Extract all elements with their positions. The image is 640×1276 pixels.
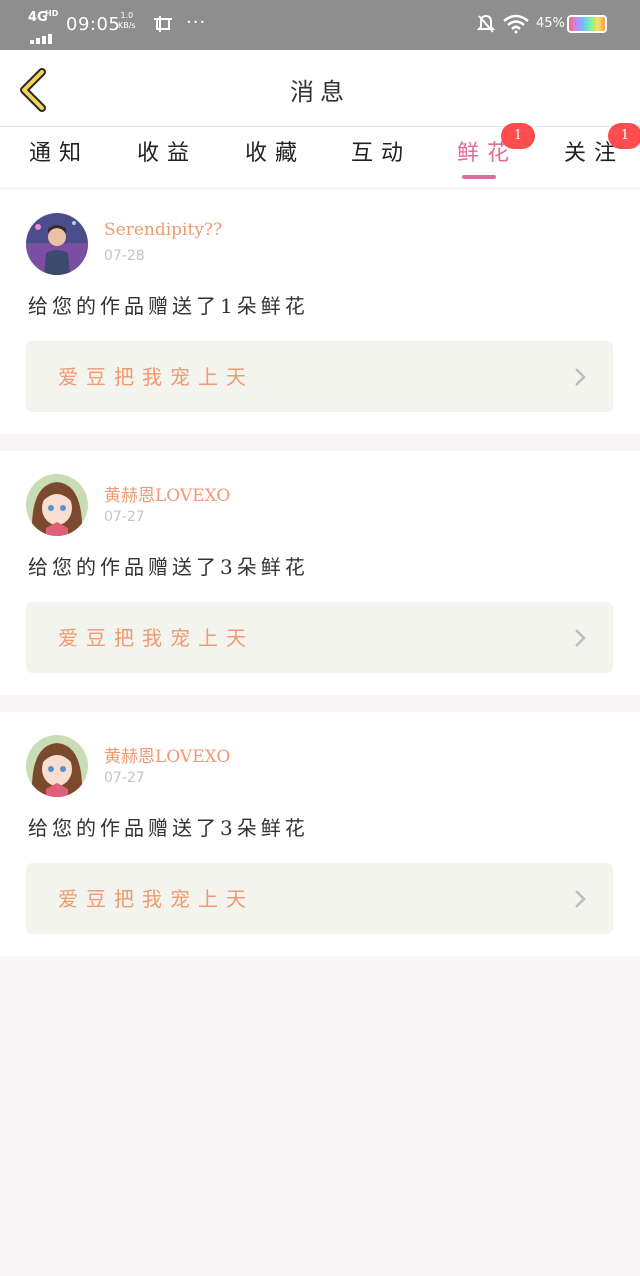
active-tab-indicator bbox=[462, 175, 496, 179]
avatar[interactable] bbox=[26, 735, 88, 797]
work-link[interactable]: 爱豆把我宠上天 bbox=[26, 341, 613, 412]
username[interactable]: 黄赫恩LOVEXO bbox=[104, 481, 230, 506]
more-notifications-icon: ··· bbox=[186, 12, 207, 33]
message-date: 07-27 bbox=[104, 509, 145, 525]
tab-favorites[interactable]: 收藏 bbox=[245, 135, 305, 167]
tab-flowers[interactable]: 鲜花 1 bbox=[457, 123, 535, 179]
message-card: Serendipity?? 07-28 给您的作品赠送了1朵鲜花 爱豆把我宠上天 bbox=[0, 190, 640, 434]
unread-badge: 1 bbox=[608, 123, 640, 149]
work-link[interactable]: 爱豆把我宠上天 bbox=[26, 863, 613, 934]
battery-percent: 45% bbox=[536, 16, 565, 31]
clock: 09:05 bbox=[66, 14, 121, 35]
message-date: 07-27 bbox=[104, 770, 145, 786]
username[interactable]: 黄赫恩LOVEXO bbox=[104, 742, 230, 767]
status-bar: 4G HD 09:05 1.0 KB/s ··· 45% bbox=[0, 0, 640, 50]
work-title: 爱豆把我宠上天 bbox=[58, 365, 254, 389]
avatar[interactable] bbox=[26, 474, 88, 536]
unread-badge: 1 bbox=[501, 123, 535, 149]
tab-bar: 通知 收益 收藏 互动 鲜花 1 关注 1 bbox=[0, 123, 640, 187]
screenshot-icon bbox=[154, 16, 172, 32]
network-speed: 1.0 KB/s bbox=[118, 11, 136, 30]
tab-earnings[interactable]: 收益 bbox=[137, 135, 197, 167]
tab-following[interactable]: 关注 1 bbox=[564, 123, 640, 167]
signal-icon: 4G HD bbox=[28, 9, 58, 44]
bell-muted-icon bbox=[477, 14, 495, 33]
tab-notifications[interactable]: 通知 bbox=[29, 135, 89, 167]
work-title: 爱豆把我宠上天 bbox=[58, 887, 254, 911]
page-title: 消息 bbox=[290, 78, 350, 106]
work-link[interactable]: 爱豆把我宠上天 bbox=[26, 602, 613, 673]
message-card: 黄赫恩LOVEXO 07-27 给您的作品赠送了3朵鲜花 爱豆把我宠上天 bbox=[0, 712, 640, 956]
avatar[interactable] bbox=[26, 213, 88, 275]
work-title: 爱豆把我宠上天 bbox=[58, 626, 254, 650]
message-text: 给您的作品赠送了3朵鲜花 bbox=[28, 555, 309, 579]
chevron-right-icon bbox=[575, 890, 586, 908]
message-text: 给您的作品赠送了1朵鲜花 bbox=[28, 294, 309, 318]
chevron-right-icon bbox=[575, 629, 586, 647]
message-card: 黄赫恩LOVEXO 07-27 给您的作品赠送了3朵鲜花 爱豆把我宠上天 bbox=[0, 451, 640, 695]
message-text: 给您的作品赠送了3朵鲜花 bbox=[28, 816, 309, 840]
message-date: 07-28 bbox=[104, 248, 145, 264]
wifi-icon bbox=[503, 14, 529, 34]
tab-interactions[interactable]: 互动 bbox=[351, 135, 411, 167]
header: 消息 bbox=[0, 50, 640, 127]
username[interactable]: Serendipity?? bbox=[104, 220, 222, 240]
chevron-right-icon bbox=[575, 368, 586, 386]
battery-icon bbox=[567, 15, 607, 33]
